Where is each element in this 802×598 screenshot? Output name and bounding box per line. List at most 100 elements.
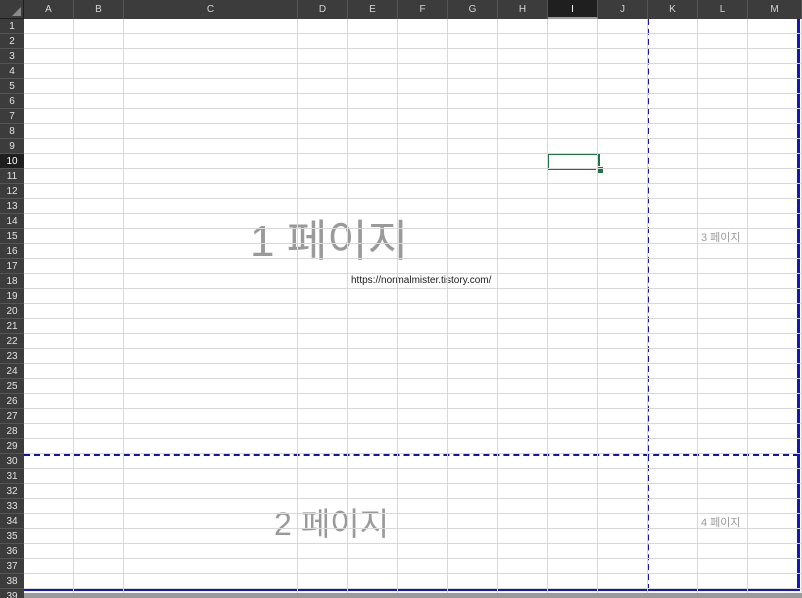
grid-column-line (347, 19, 348, 598)
row-header-13[interactable]: 13 (0, 199, 24, 214)
row-header-22[interactable]: 22 (0, 334, 24, 349)
row-header-21[interactable]: 21 (0, 319, 24, 334)
row-header-30[interactable]: 30 (0, 454, 24, 469)
row-header-34[interactable]: 34 (0, 514, 24, 529)
row-header-26[interactable]: 26 (0, 394, 24, 409)
row-header-6[interactable]: 6 (0, 94, 24, 109)
row-header-24[interactable]: 24 (0, 364, 24, 379)
row-header-15[interactable]: 15 (0, 229, 24, 244)
grid-row-line (24, 453, 802, 454)
row-header-37[interactable]: 37 (0, 559, 24, 574)
grid-row-line (24, 483, 802, 484)
col-header-a[interactable]: A (24, 0, 74, 19)
row-header-38[interactable]: 38 (0, 574, 24, 589)
grid-row-line (24, 108, 802, 109)
grid-row-line (24, 303, 802, 304)
grid-column-line (73, 19, 74, 598)
row-header-8[interactable]: 8 (0, 124, 24, 139)
row-header-31[interactable]: 31 (0, 469, 24, 484)
row-header-29[interactable]: 29 (0, 439, 24, 454)
col-header-h[interactable]: H (498, 0, 548, 19)
row-header-17[interactable]: 17 (0, 259, 24, 274)
select-all-corner[interactable] (0, 0, 24, 19)
grid-row-line (24, 48, 802, 49)
col-header-f[interactable]: F (398, 0, 448, 19)
grid-row-line (24, 573, 802, 574)
grid-column-line (123, 19, 124, 598)
col-header-g[interactable]: G (448, 0, 498, 19)
grid-column-line (297, 19, 298, 598)
grid-row-line (24, 318, 802, 319)
row-header-12[interactable]: 12 (0, 184, 24, 199)
row-header-23[interactable]: 23 (0, 349, 24, 364)
grid-row-line (24, 273, 802, 274)
horizontal-page-break[interactable] (24, 454, 799, 456)
row-header-1[interactable]: 1 (0, 19, 24, 34)
row-header-4[interactable]: 4 (0, 64, 24, 79)
grid-row-line (24, 408, 802, 409)
grid-row-line (24, 468, 802, 469)
row-header-2[interactable]: 2 (0, 34, 24, 49)
col-header-k[interactable]: K (648, 0, 698, 19)
row-header-5[interactable]: 5 (0, 79, 24, 94)
grid-row-line (24, 498, 802, 499)
row-header-3[interactable]: 3 (0, 49, 24, 64)
grid-row-line (24, 258, 802, 259)
grid-row-line (24, 513, 802, 514)
print-area-right-border (797, 19, 800, 590)
cell-e18-url[interactable]: https://normalmister.tistory.com/ (351, 275, 491, 286)
row-header-35[interactable]: 35 (0, 529, 24, 544)
row-header-19[interactable]: 19 (0, 289, 24, 304)
col-header-j[interactable]: J (598, 0, 648, 19)
grid-row-line (24, 288, 802, 289)
col-header-i[interactable]: I (548, 0, 598, 19)
row-header-11[interactable]: 11 (0, 169, 24, 184)
page-1-watermark: 1 페이지 (250, 217, 409, 266)
grid-row-line (24, 558, 802, 559)
grid-row-line (24, 138, 802, 139)
page-2-watermark: 2 페이지 (274, 506, 390, 542)
select-all-triangle-icon (12, 7, 21, 16)
col-header-d[interactable]: D (298, 0, 348, 19)
row-header-16[interactable]: 16 (0, 244, 24, 259)
row-header-18[interactable]: 18 (0, 274, 24, 289)
grid-row-line (24, 588, 802, 589)
grid-column-line (447, 19, 448, 598)
spreadsheet[interactable]: ABCDEFGHIJKLM 1 2 3 4 5 6 7 8 9 10 11 12 13 14 15 16 17 1… (0, 0, 802, 598)
column-headers: ABCDEFGHIJKLM (24, 0, 802, 19)
col-header-b[interactable]: B (74, 0, 124, 19)
grid-column-line (747, 19, 748, 598)
col-header-c[interactable]: C (124, 0, 298, 19)
row-header-39[interactable]: 39 (0, 589, 24, 598)
row-header-25[interactable]: 25 (0, 379, 24, 394)
row-header-32[interactable]: 32 (0, 484, 24, 499)
row-header-9[interactable]: 9 (0, 139, 24, 154)
grid-row-line (24, 33, 802, 34)
grid-row-line (24, 528, 802, 529)
grid-column-line (597, 19, 598, 598)
col-header-l[interactable]: L (698, 0, 748, 19)
row-header-27[interactable]: 27 (0, 409, 24, 424)
row-header-33[interactable]: 33 (0, 499, 24, 514)
grid-column-line (497, 19, 498, 598)
col-header-m[interactable]: M (748, 0, 802, 19)
grid-column-line (647, 19, 648, 598)
row-header-36[interactable]: 36 (0, 544, 24, 559)
row-header-28[interactable]: 28 (0, 424, 24, 439)
grid-row-line (24, 228, 802, 229)
cell-grid[interactable]: 1 페이지 2 페이지 3 페이지 4 페이지 https://normalmi… (24, 19, 802, 598)
row-header-10[interactable]: 10 (0, 154, 24, 169)
grid-row-line (24, 333, 802, 334)
grid-row-line (24, 348, 802, 349)
grid-row-line (24, 243, 802, 244)
grid-row-line (24, 198, 802, 199)
row-header-20[interactable]: 20 (0, 304, 24, 319)
row-header-14[interactable]: 14 (0, 214, 24, 229)
grid-row-line (24, 423, 802, 424)
grid-row-line (24, 393, 802, 394)
grid-column-line (697, 19, 698, 598)
row-header-7[interactable]: 7 (0, 109, 24, 124)
col-header-e[interactable]: E (348, 0, 398, 19)
grid-row-line (24, 183, 802, 184)
grid-row-line (24, 168, 802, 169)
